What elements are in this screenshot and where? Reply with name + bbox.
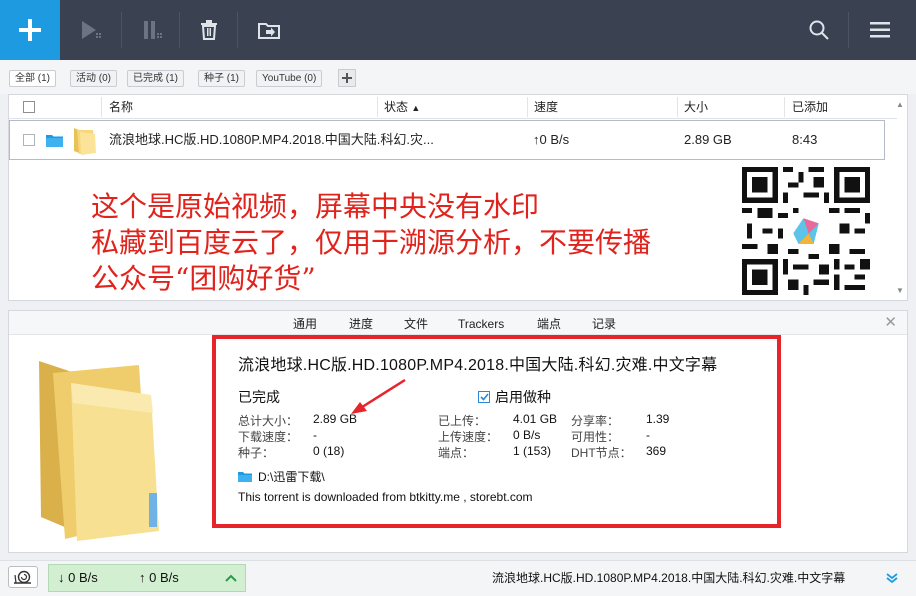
move-button[interactable] <box>240 0 298 60</box>
filter-tab-completed[interactable]: 已完成 (1) <box>127 70 184 87</box>
toolbar <box>0 0 916 60</box>
toolbar-divider <box>848 12 849 48</box>
plus-icon <box>342 73 352 83</box>
close-icon[interactable]: ✕ <box>884 315 897 331</box>
toolbar-divider <box>121 12 122 48</box>
search-icon <box>809 20 829 40</box>
select-all-checkbox[interactable] <box>23 101 35 113</box>
speed-summary[interactable]: ↓ 0 B/s ↑ 0 B/s <box>48 564 246 592</box>
watermark-text: 这个是原始视频，屏幕中央没有水印 私藏到百度云了，仅用于溯源分析，不要传播 公众… <box>91 189 651 297</box>
current-task-name: 流浪地球.HC版.HD.1080P.MP4.2018.中国大陆.科幻.灾难.中文… <box>492 571 846 585</box>
chevron-up-icon <box>225 571 237 585</box>
tab-log[interactable]: 记录 <box>592 311 616 335</box>
details-panel: 通用 进度 文件 Trackers 端点 记录 ✕ 流浪地球.HC版.HD.10… <box>8 310 908 553</box>
task-name: 流浪地球.HC版.HD.1080P.MP4.2018.中国大陆.科幻.灾... <box>109 132 434 147</box>
tab-trackers[interactable]: Trackers <box>458 311 504 335</box>
scroll-down-arrow[interactable]: ▼ <box>895 286 905 296</box>
folder-icon <box>74 128 96 155</box>
scroll-up-arrow[interactable]: ▲ <box>895 100 905 110</box>
filter-tab-all[interactable]: 全部 (1) <box>9 70 56 87</box>
play-icon <box>82 21 101 39</box>
chevron-down-icon[interactable] <box>886 572 898 587</box>
column-speed[interactable]: 速度 <box>534 95 558 119</box>
resume-button[interactable] <box>63 0 121 60</box>
plus-icon <box>19 19 41 41</box>
table-header: 名称 状态 ▲ 速度 大小 已添加 <box>9 95 897 119</box>
total-download-speed: ↓ 0 B/s <box>58 570 98 585</box>
filter-tab-youtube[interactable]: YouTube (0) <box>256 70 323 87</box>
column-status[interactable]: 状态 ▲ <box>384 95 420 119</box>
app-window: 全部 (1) 活动 (0) 已完成 (1) 种子 (1) YouTube (0)… <box>0 0 916 596</box>
add-button[interactable] <box>0 0 60 60</box>
pause-icon <box>144 21 162 39</box>
sort-asc-icon: ▲ <box>411 103 421 113</box>
upload-arrow-icon: ↑ <box>139 570 146 585</box>
table-row[interactable]: 流浪地球.HC版.HD.1080P.MP4.2018.中国大陆.科幻.灾... … <box>9 120 885 160</box>
annotation-highlight-box <box>212 335 781 528</box>
qr-code-image <box>742 167 870 295</box>
download-arrow-icon: ↓ <box>58 570 65 585</box>
filter-tab-active[interactable]: 活动 (0) <box>70 70 117 87</box>
watermark-line: 私藏到百度云了，仅用于溯源分析，不要传播 <box>91 226 652 259</box>
watermark-line: 这个是原始视频，屏幕中央没有水印 <box>91 190 540 223</box>
tab-general[interactable]: 通用 <box>293 311 317 335</box>
task-size: 2.89 GB <box>684 132 732 147</box>
watermark-line: 公众号“团购好货” <box>91 262 316 295</box>
details-tabs: 通用 进度 文件 Trackers 端点 记录 ✕ <box>9 311 907 335</box>
row-checkbox[interactable] <box>23 134 35 146</box>
tab-peers[interactable]: 端点 <box>537 311 561 335</box>
speed-limit-button[interactable] <box>8 566 38 588</box>
download-table: 名称 状态 ▲ 速度 大小 已添加 ▲ 流浪地球.HC版.HD.1080P.MP… <box>8 94 908 301</box>
filter-tab-torrents[interactable]: 种子 (1) <box>198 70 245 87</box>
toolbar-divider <box>237 12 238 48</box>
column-size[interactable]: 大小 <box>684 95 708 119</box>
column-name[interactable]: 名称 <box>109 95 133 119</box>
add-filter-button[interactable] <box>338 69 356 87</box>
search-button[interactable] <box>790 0 848 60</box>
filter-bar: 全部 (1) 活动 (0) 已完成 (1) 种子 (1) YouTube (0) <box>0 60 916 94</box>
status-bar: ↓ 0 B/s ↑ 0 B/s 流浪地球.HC版.HD.1080P.MP4.20… <box>0 560 916 596</box>
annotation-arrow-icon <box>351 378 406 414</box>
tab-files[interactable]: 文件 <box>404 311 428 335</box>
folder-small-icon <box>46 135 63 147</box>
delete-button[interactable] <box>180 0 238 60</box>
snail-icon <box>14 570 31 584</box>
task-speed: ↑0 B/s <box>533 132 570 147</box>
menu-icon <box>870 22 890 38</box>
task-added: 8:43 <box>792 132 818 147</box>
pause-button[interactable] <box>124 0 182 60</box>
menu-button[interactable] <box>851 0 909 60</box>
tab-progress[interactable]: 进度 <box>349 311 373 335</box>
folder-large-icon <box>39 361 159 541</box>
trash-icon <box>201 20 217 40</box>
column-added[interactable]: 已添加 <box>792 95 828 119</box>
total-upload-speed: ↑ 0 B/s <box>139 570 179 585</box>
move-icon <box>258 23 280 39</box>
